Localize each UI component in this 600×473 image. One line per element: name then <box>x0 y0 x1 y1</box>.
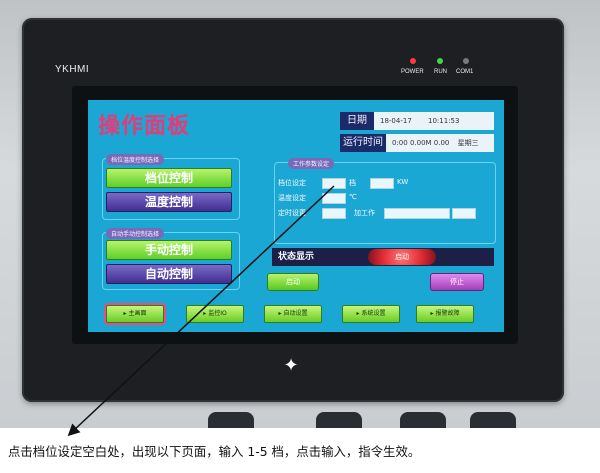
bottom-knob <box>470 412 516 428</box>
instruction-caption: 点击档位设定空白处，出现以下页面，输入 1-5 档，点击输入，指令生效。 <box>8 444 421 459</box>
bottom-knob <box>208 412 254 428</box>
home-key-icon[interactable]: ✦ <box>281 356 301 376</box>
bottom-knob <box>316 412 362 428</box>
bottom-knob <box>400 412 446 428</box>
annotation-arrow <box>67 185 335 437</box>
